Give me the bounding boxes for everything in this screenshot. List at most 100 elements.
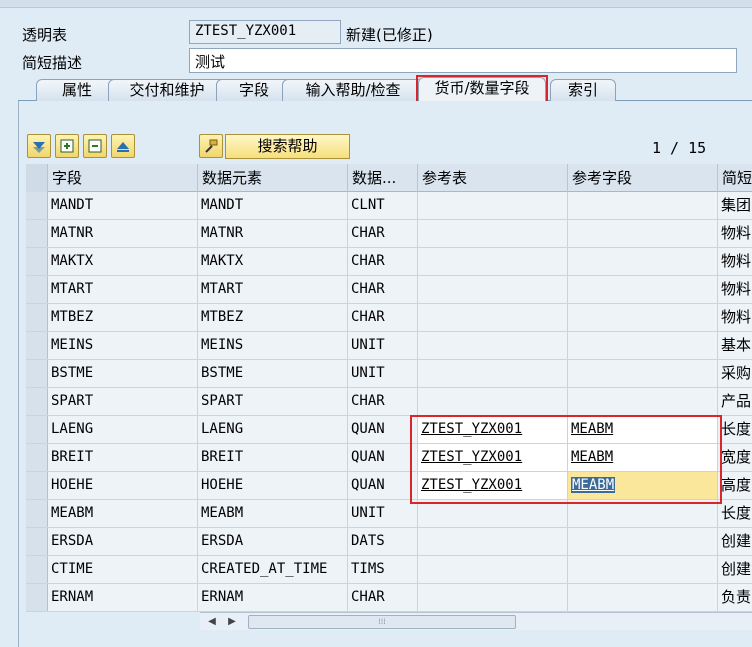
cell-text: ERSDA	[201, 533, 244, 549]
tab-currency-quantity-fields[interactable]: 货币/数量字段	[418, 77, 546, 102]
cell-element: LAENG	[198, 416, 348, 443]
cell-ref-field[interactable]: MEABM	[568, 472, 718, 499]
col-data-element[interactable]: 数据元素	[198, 164, 348, 192]
cell-ref-table	[418, 220, 568, 247]
row-selector[interactable]	[26, 192, 48, 219]
table-row[interactable]: HOEHE HOEHE QUAN ZTEST_YZX001 MEABM 高度	[26, 472, 752, 500]
table-row[interactable]: SPART SPART CHAR 产品	[26, 388, 752, 416]
tab-input-help-check[interactable]: 输入帮助/检查	[282, 79, 424, 101]
tab-attributes[interactable]: 属性	[36, 79, 118, 101]
row-selector[interactable]	[26, 220, 48, 247]
cell-ref-table	[418, 248, 568, 275]
filter-icon	[33, 142, 45, 153]
fields-table: 字段 数据元素 数据... 参考表 参考字段 简短 MANDT MANDT CLNT…	[26, 164, 752, 612]
cell-text: 物料	[721, 280, 752, 298]
cell-ref-table[interactable]: ZTEST_YZX001	[418, 416, 568, 443]
cell-text: CHAR	[351, 253, 385, 269]
cell-type: QUAN	[348, 472, 418, 499]
cell-type: TIMS	[348, 556, 418, 583]
row-selector[interactable]	[26, 416, 48, 443]
row-selector[interactable]	[26, 360, 48, 387]
table-row[interactable]: MAKTX MAKTX CHAR 物料	[26, 248, 752, 276]
scroll-thumb[interactable]: ⁞⁞⁞	[248, 615, 516, 629]
cell-type: UNIT	[348, 500, 418, 527]
cell-text: 负责	[721, 588, 752, 606]
cell-ref-table[interactable]: ZTEST_YZX001	[418, 472, 568, 499]
cell-text: ERSDA	[51, 533, 94, 549]
cell-text: BSTME	[201, 365, 244, 381]
cell-text: ERNAM	[201, 589, 244, 605]
cell-element: ERSDA	[198, 528, 348, 555]
search-help-button[interactable]: 搜索帮助	[225, 134, 350, 159]
insert-row-button[interactable]	[55, 134, 79, 158]
cell-ref-field[interactable]: MEABM	[568, 444, 718, 471]
cell-text: MANDT	[51, 197, 94, 213]
row-selector[interactable]	[26, 248, 48, 275]
table-row[interactable]: MATNR MATNR CHAR 物料	[26, 220, 752, 248]
col-ref-field[interactable]: 参考字段	[568, 164, 718, 192]
table-row[interactable]: ERNAM ERNAM CHAR 负责	[26, 584, 752, 612]
filter-button[interactable]	[27, 134, 51, 158]
tab-indexes[interactable]: 索引	[550, 79, 616, 101]
cell-field: MTBEZ	[48, 304, 198, 331]
row-selector[interactable]	[26, 388, 48, 415]
cell-text: 宽度	[721, 448, 752, 466]
cell-field: MATNR	[48, 220, 198, 247]
row-selector[interactable]	[26, 528, 48, 555]
cell-desc: 基本	[718, 332, 752, 359]
cell-ref-field	[568, 388, 718, 415]
table-row[interactable]: ERSDA ERSDA DATS 创建	[26, 528, 752, 556]
sort-button[interactable]	[111, 134, 135, 158]
short-desc-input[interactable]: 测试	[189, 48, 737, 73]
cell-text: 高度	[721, 476, 752, 494]
col-data-type[interactable]: 数据...	[348, 164, 418, 192]
table-status: 新建(已修正)	[346, 26, 433, 44]
col-short-desc[interactable]: 简短	[718, 164, 752, 192]
cell-ref-table	[418, 276, 568, 303]
tab-delivery-maintenance[interactable]: 交付和维护	[108, 79, 226, 101]
cell-ref-field	[568, 332, 718, 359]
table-row[interactable]: LAENG LAENG QUAN ZTEST_YZX001 MEABM 长度	[26, 416, 752, 444]
scroll-right-icon[interactable]: ▶	[224, 614, 240, 630]
col-field[interactable]: 字段	[48, 164, 198, 192]
table-row[interactable]: MTBEZ MTBEZ CHAR 物料	[26, 304, 752, 332]
row-selector[interactable]	[26, 304, 48, 331]
cell-type: CLNT	[348, 192, 418, 219]
table-row[interactable]: BSTME BSTME UNIT 采购	[26, 360, 752, 388]
scroll-left-icon[interactable]: ◀	[204, 614, 220, 630]
table-row[interactable]: BREIT BREIT QUAN ZTEST_YZX001 MEABM 宽度	[26, 444, 752, 472]
cell-ref-table	[418, 360, 568, 387]
cell-text: MATNR	[201, 225, 244, 241]
row-selector[interactable]	[26, 444, 48, 471]
row-selector[interactable]	[26, 472, 48, 499]
table-row[interactable]: CTIME CREATED_AT_TIME TIMS 创建	[26, 556, 752, 584]
sort-icon	[117, 142, 129, 152]
table-row[interactable]: MTART MTART CHAR 物料	[26, 276, 752, 304]
tab-strip: 属性 交付和维护 字段 输入帮助/检查 货币/数量字段 索引	[18, 77, 752, 102]
cell-ref-table[interactable]: ZTEST_YZX001	[418, 444, 568, 471]
cell-text: HOEHE	[51, 477, 94, 493]
cell-ref-field[interactable]: MEABM	[568, 416, 718, 443]
table-row[interactable]: MANDT MANDT CLNT 集团	[26, 192, 752, 220]
horizontal-scrollbar[interactable]: ◀ ▶ ⁞⁞⁞	[200, 612, 752, 630]
tab-fields[interactable]: 字段	[216, 79, 292, 101]
select-all-cell[interactable]	[26, 164, 48, 192]
cell-type: DATS	[348, 528, 418, 555]
search-help-icon-button[interactable]	[199, 134, 223, 158]
row-selector[interactable]	[26, 584, 48, 611]
cell-ref-table	[418, 304, 568, 331]
cell-text: ZTEST_YZX001	[421, 449, 523, 465]
cell-text: CHAR	[351, 281, 385, 297]
row-selector[interactable]	[26, 276, 48, 303]
table-name-field[interactable]: ZTEST_YZX001	[189, 20, 341, 44]
delete-row-button[interactable]	[83, 134, 107, 158]
row-selector[interactable]	[26, 500, 48, 527]
col-ref-table[interactable]: 参考表	[418, 164, 568, 192]
cell-text: 长度	[721, 504, 752, 522]
cell-text: 基本	[721, 336, 752, 354]
table-row[interactable]: MEABM MEABM UNIT 长度	[26, 500, 752, 528]
table-row[interactable]: MEINS MEINS UNIT 基本	[26, 332, 752, 360]
row-selector[interactable]	[26, 332, 48, 359]
row-selector[interactable]	[26, 556, 48, 583]
cell-text: MAKTX	[201, 253, 244, 269]
